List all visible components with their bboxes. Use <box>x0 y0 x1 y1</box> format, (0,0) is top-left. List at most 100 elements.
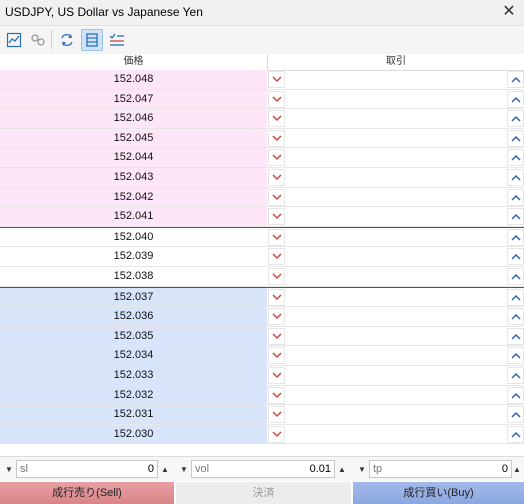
sl-decrease-icon[interactable]: ▼ <box>2 460 16 478</box>
sl-value: 0 <box>147 463 154 475</box>
chevron-down-icon[interactable] <box>268 228 285 246</box>
chevron-up-icon[interactable] <box>507 228 524 246</box>
chevron-down-icon[interactable] <box>268 308 285 326</box>
sl-increase-icon[interactable]: ▲ <box>158 460 172 478</box>
trade-cell[interactable] <box>286 288 506 307</box>
chevron-up-icon[interactable] <box>507 386 524 404</box>
trade-cell[interactable] <box>286 425 506 444</box>
trade-cell[interactable] <box>286 366 506 385</box>
chevron-down-icon[interactable] <box>268 168 285 186</box>
table-row: 152.038 <box>0 267 524 287</box>
trade-cell[interactable] <box>286 207 506 226</box>
chevron-down-icon[interactable] <box>268 288 285 306</box>
chevron-up-icon[interactable] <box>507 347 524 365</box>
trade-cell[interactable] <box>286 307 506 326</box>
chevron-down-icon[interactable] <box>268 149 285 167</box>
tp-increase-icon[interactable]: ▲ <box>510 460 524 478</box>
depth-icon[interactable] <box>81 29 103 51</box>
chevron-up-icon[interactable] <box>507 90 524 108</box>
vol-decrease-icon[interactable]: ▼ <box>177 460 191 478</box>
chevron-up-icon[interactable] <box>507 267 524 285</box>
table-row: 152.034 <box>0 346 524 366</box>
trade-cell[interactable] <box>286 267 506 286</box>
vol-increase-icon[interactable]: ▲ <box>335 460 349 478</box>
sl-placeholder: sl <box>20 463 28 475</box>
chevron-up-icon[interactable] <box>507 149 524 167</box>
chevron-up-icon[interactable] <box>507 168 524 186</box>
chevron-up-icon[interactable] <box>507 208 524 226</box>
chevron-down-icon[interactable] <box>268 248 285 266</box>
buy-button[interactable]: 成行買い(Buy) <box>353 482 524 504</box>
trade-cell[interactable] <box>286 90 506 109</box>
trade-cell[interactable] <box>286 346 506 365</box>
tp-value: 0 <box>501 463 508 475</box>
order-inputs: ▼ sl 0 ▲ ▼ vol 0.01 ▲ ▼ tp 0 ▲ <box>0 456 524 481</box>
chevron-down-icon[interactable] <box>268 366 285 384</box>
sl-input[interactable]: sl 0 <box>16 460 158 478</box>
price-cell: 152.031 <box>0 405 267 424</box>
vol-placeholder: vol <box>195 463 210 475</box>
chevron-down-icon[interactable] <box>268 208 285 226</box>
trade-cell[interactable] <box>286 168 506 187</box>
close-icon[interactable]: ✕ <box>500 2 518 22</box>
close-position-button[interactable]: 決済 <box>176 482 351 504</box>
trade-cell[interactable] <box>286 228 506 247</box>
chevron-down-icon[interactable] <box>268 386 285 404</box>
table-header: 価格 取引 <box>0 54 524 71</box>
trade-cell[interactable] <box>286 386 506 405</box>
trade-cell[interactable] <box>286 148 506 167</box>
vol-input[interactable]: vol 0.01 <box>191 460 335 478</box>
tp-placeholder: tp <box>373 463 383 475</box>
price-cell: 152.034 <box>0 346 267 365</box>
table-row: 152.040 <box>0 228 524 248</box>
trade-cell[interactable] <box>286 70 506 89</box>
trade-cell[interactable] <box>286 188 506 207</box>
chevron-up-icon[interactable] <box>507 406 524 424</box>
price-cell: 152.046 <box>0 109 267 128</box>
chevron-down-icon[interactable] <box>268 90 285 108</box>
trade-column-header: 取引 <box>386 56 406 67</box>
tp-input[interactable]: tp 0 <box>369 460 512 478</box>
chevron-up-icon[interactable] <box>507 425 524 443</box>
chevron-up-icon[interactable] <box>507 71 524 88</box>
chevron-up-icon[interactable] <box>507 110 524 128</box>
price-cell: 152.047 <box>0 89 267 109</box>
chevron-down-icon[interactable] <box>268 406 285 424</box>
price-cell: 152.033 <box>0 365 267 385</box>
chevron-down-icon[interactable] <box>268 129 285 147</box>
chevron-down-icon[interactable] <box>268 110 285 128</box>
trade-cell[interactable] <box>286 247 506 266</box>
tp-decrease-icon[interactable]: ▼ <box>355 460 369 478</box>
chevron-up-icon[interactable] <box>507 188 524 206</box>
link-icon[interactable] <box>27 29 49 51</box>
price-cell: 152.037 <box>0 287 267 307</box>
chart-icon[interactable] <box>3 29 25 51</box>
chevron-down-icon[interactable] <box>268 425 285 443</box>
chevron-up-icon[interactable] <box>507 366 524 384</box>
table-row: 152.046 <box>0 109 524 129</box>
table-row: 152.045 <box>0 128 524 149</box>
price-cell: 152.032 <box>0 385 267 405</box>
table-row: 152.039 <box>0 247 524 267</box>
chevron-down-icon[interactable] <box>268 267 285 285</box>
chevron-up-icon[interactable] <box>507 288 524 306</box>
sell-button[interactable]: 成行売り(Sell) <box>0 482 174 504</box>
refresh-icon[interactable] <box>56 29 78 51</box>
chevron-up-icon[interactable] <box>507 248 524 266</box>
table-row: 152.033 <box>0 365 524 386</box>
trade-cell[interactable] <box>286 405 506 424</box>
chevron-up-icon[interactable] <box>507 327 524 345</box>
chevron-down-icon[interactable] <box>268 347 285 365</box>
chevron-down-icon[interactable] <box>268 71 285 88</box>
table-row: 152.043 <box>0 167 524 188</box>
trade-cell[interactable] <box>286 129 506 148</box>
chevron-down-icon[interactable] <box>268 327 285 345</box>
chevron-down-icon[interactable] <box>268 188 285 206</box>
list-icon[interactable] <box>106 29 128 51</box>
chevron-up-icon[interactable] <box>507 308 524 326</box>
chevron-up-icon[interactable] <box>507 129 524 147</box>
toolbar <box>0 26 524 55</box>
table-row: 152.047 <box>0 89 524 110</box>
trade-cell[interactable] <box>286 109 506 128</box>
trade-cell[interactable] <box>286 327 506 346</box>
